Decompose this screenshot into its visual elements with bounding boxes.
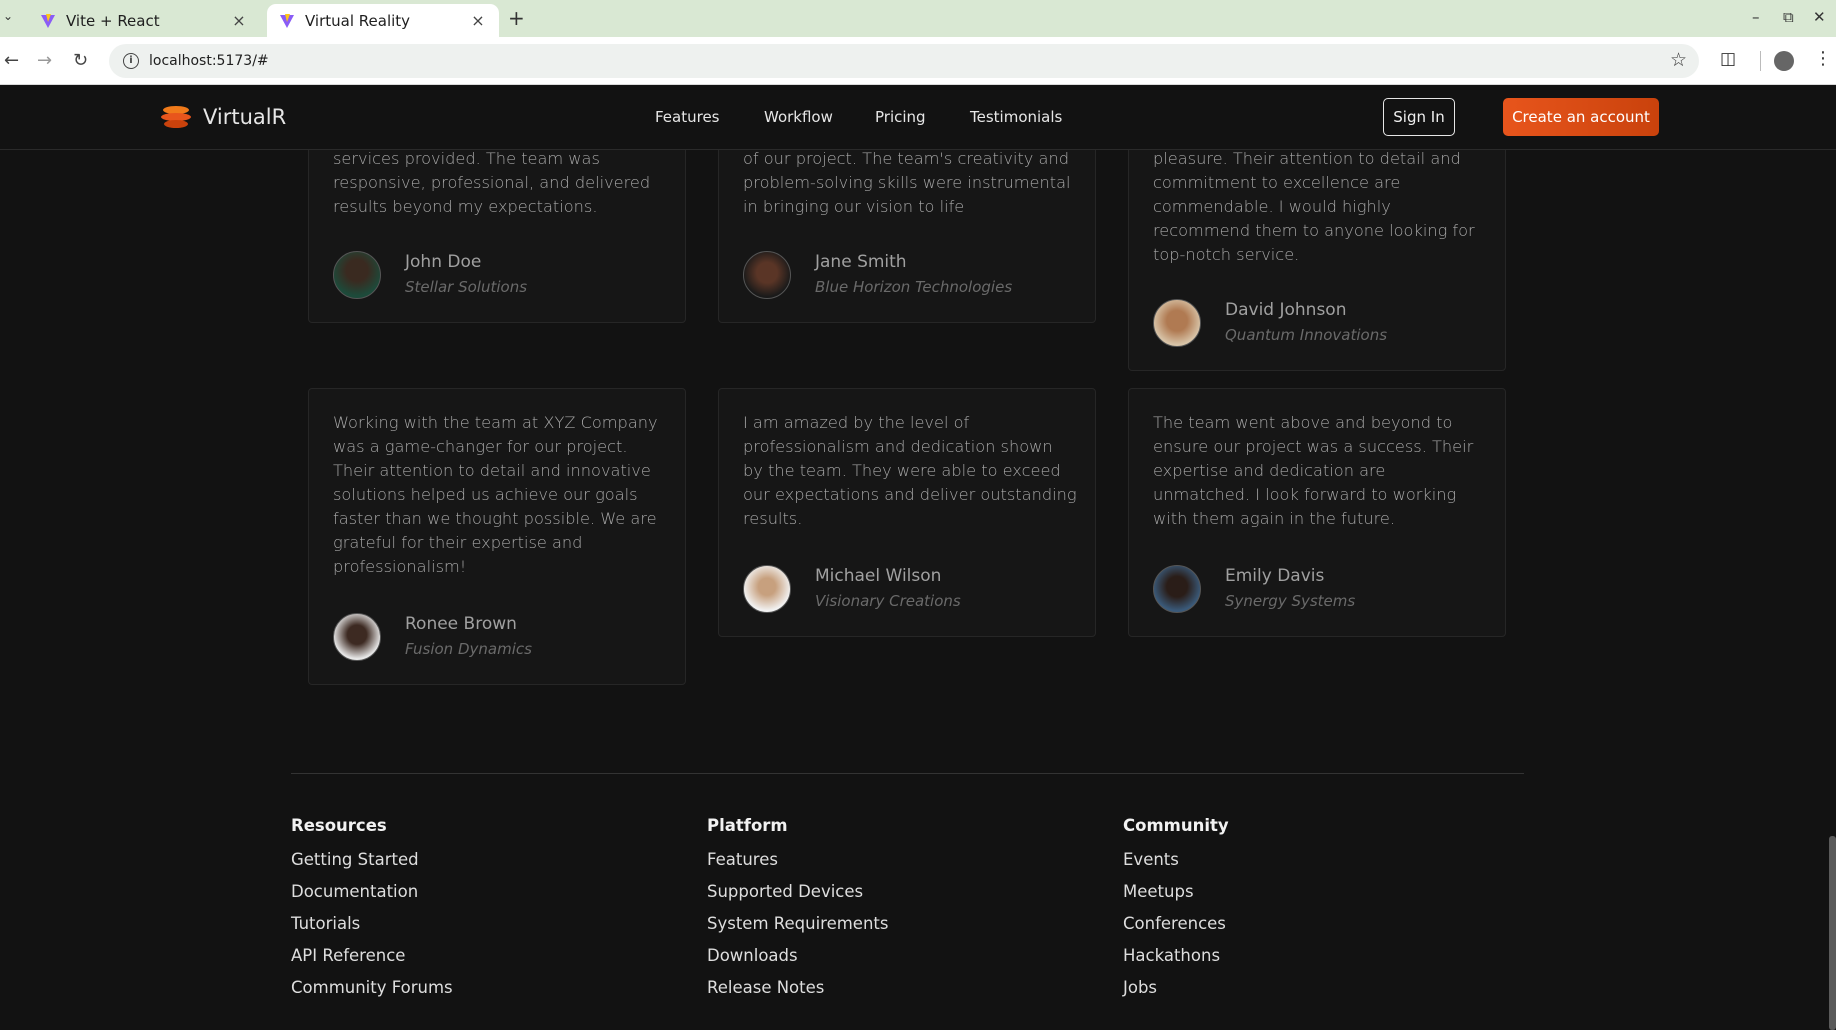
nav-link-testimonials[interactable]: Testimonials (970, 108, 1062, 126)
reload-icon[interactable]: ↻ (73, 50, 88, 71)
testimonial-text: The team went above and beyond to ensure… (1153, 413, 1474, 528)
browser-tab-virtual-reality[interactable]: Virtual Reality × (267, 4, 499, 37)
footer-link[interactable]: Supported Devices (707, 883, 888, 916)
testimonial-text: I am amazed by the level of professional… (743, 413, 1077, 528)
extensions-puzzle-icon[interactable]: ◫ (1720, 49, 1736, 69)
footer-column-resources: Resources Getting Started Documentation … (291, 816, 453, 1012)
address-bar[interactable]: i localhost:5173/# (109, 44, 1699, 78)
footer-column-community: Community Events Meetups Conferences Hac… (1123, 816, 1229, 1012)
footer-divider (291, 773, 1524, 774)
footer-link[interactable]: Release Notes (707, 979, 888, 1012)
toolbar-divider (1760, 51, 1761, 71)
testimonial-card: Working with the team at XYZ Company was… (308, 388, 686, 685)
footer-link[interactable]: API Reference (291, 947, 453, 980)
logo-icon (161, 106, 191, 128)
vite-icon (41, 13, 55, 28)
footer-heading: Community (1123, 816, 1229, 835)
nav-link-workflow[interactable]: Workflow (764, 108, 833, 126)
vite-icon (280, 13, 294, 28)
tab-title: Virtual Reality (305, 11, 411, 30)
person-name: Ronee Brown (405, 614, 517, 634)
footer-link[interactable]: Tutorials (291, 915, 453, 948)
testimonial-text: Working with the team at XYZ Company was… (333, 413, 658, 576)
tab-search-chevron-icon[interactable]: ⌄ (3, 9, 13, 23)
person-company: Synergy Systems (1225, 592, 1356, 610)
nav-link-pricing[interactable]: Pricing (875, 108, 926, 126)
testimonial-card: I am amazed by the level of professional… (718, 388, 1096, 637)
avatar (333, 613, 381, 661)
profile-avatar-icon[interactable] (1774, 51, 1794, 71)
footer-link[interactable]: Hackathons (1123, 947, 1229, 980)
browser-menu-icon[interactable]: ⋮ (1814, 48, 1832, 69)
avatar (333, 251, 381, 299)
footer-link[interactable]: Meetups (1123, 883, 1229, 916)
footer-link[interactable]: Features (707, 851, 888, 884)
close-tab-icon[interactable]: × (230, 11, 248, 30)
testimonial-card: The team went above and beyond to ensure… (1128, 388, 1506, 637)
footer-column-platform: Platform Features Supported Devices Syst… (707, 816, 888, 1012)
back-arrow-icon[interactable]: ← (4, 50, 19, 71)
testimonial-text: services provided. The team was responsi… (333, 149, 651, 216)
footer-link[interactable]: System Requirements (707, 915, 888, 948)
footer-link[interactable]: Conferences (1123, 915, 1229, 948)
logo-text[interactable]: VirtualR (203, 105, 286, 129)
sign-in-button[interactable]: Sign In (1383, 98, 1455, 136)
site-info-icon[interactable]: i (123, 53, 139, 69)
avatar (1153, 299, 1201, 347)
restore-icon[interactable]: ⧉ (1783, 8, 1794, 26)
person-name: David Johnson (1225, 300, 1347, 320)
person-name: Michael Wilson (815, 566, 942, 586)
tab-title: Vite + React (66, 11, 160, 30)
page-scrollbar[interactable] (1829, 836, 1836, 1030)
footer-link[interactable]: Events (1123, 851, 1229, 884)
footer-link[interactable]: Documentation (291, 883, 453, 916)
person-name: Jane Smith (815, 252, 907, 272)
testimonial-text: of our project. The team's creativity an… (743, 149, 1071, 216)
browser-tab-vite-react[interactable]: Vite + React × (28, 4, 260, 37)
person-company: Stellar Solutions (405, 278, 528, 296)
footer-link[interactable]: Getting Started (291, 851, 453, 884)
minimize-icon[interactable]: – (1752, 8, 1760, 26)
avatar (1153, 565, 1201, 613)
person-name: John Doe (405, 252, 482, 272)
window-close-icon[interactable]: ✕ (1813, 8, 1826, 26)
browser-tab-strip: ⌄ Vite + React × Virtual Reality × + – ⧉… (0, 0, 1836, 37)
close-tab-icon[interactable]: × (469, 11, 487, 30)
footer-link[interactable]: Jobs (1123, 979, 1229, 1012)
person-company: Fusion Dynamics (405, 640, 532, 658)
new-tab-button[interactable]: + (508, 6, 525, 30)
footer-heading: Resources (291, 816, 387, 835)
nav-link-features[interactable]: Features (655, 108, 720, 126)
footer-heading: Platform (707, 816, 788, 835)
person-company: Quantum Innovations (1225, 326, 1388, 344)
avatar (743, 251, 791, 299)
create-account-button[interactable]: Create an account (1503, 98, 1659, 136)
forward-arrow-icon[interactable]: → (37, 50, 52, 71)
bookmark-star-icon[interactable]: ☆ (1670, 49, 1687, 71)
avatar (743, 565, 791, 613)
person-company: Visionary Creations (815, 592, 961, 610)
site-navbar: VirtualR Features Workflow Pricing Testi… (0, 85, 1836, 150)
footer-link[interactable]: Downloads (707, 947, 888, 980)
person-name: Emily Davis (1225, 566, 1325, 586)
person-company: Blue Horizon Technologies (815, 278, 1013, 296)
url-text: localhost:5173/# (149, 53, 269, 69)
footer-link[interactable]: Community Forums (291, 979, 453, 1012)
testimonial-text: pleasure. Their attention to detail and … (1153, 149, 1475, 264)
